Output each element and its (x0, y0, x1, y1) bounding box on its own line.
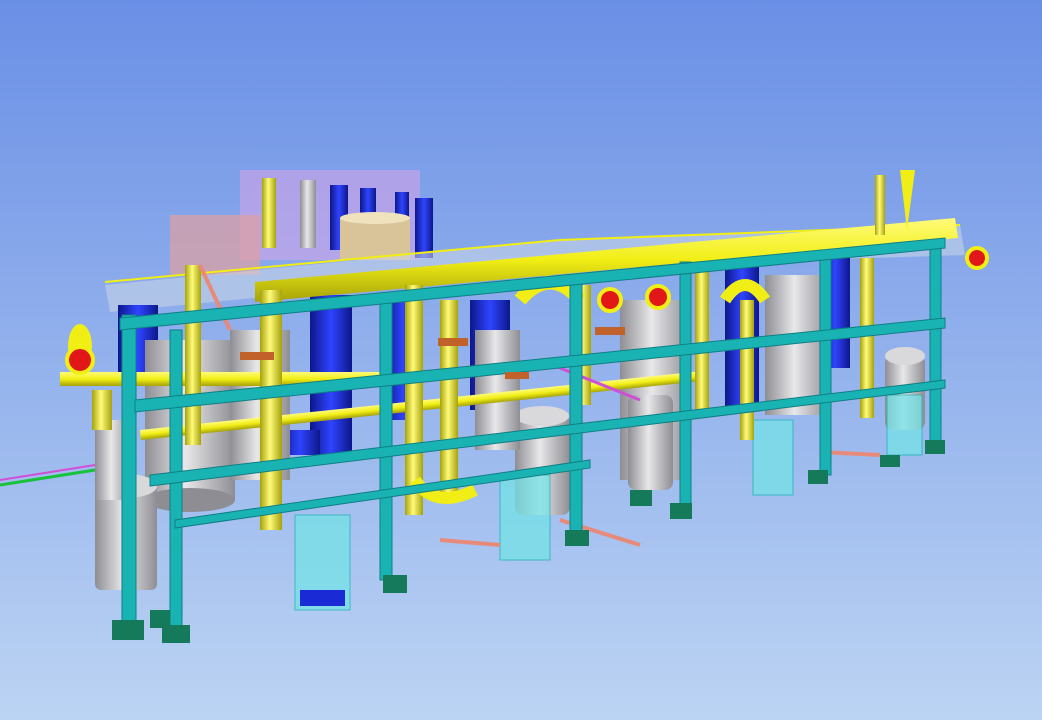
3d-viewport[interactable] (0, 0, 1042, 720)
plant-scene (0, 0, 1042, 720)
